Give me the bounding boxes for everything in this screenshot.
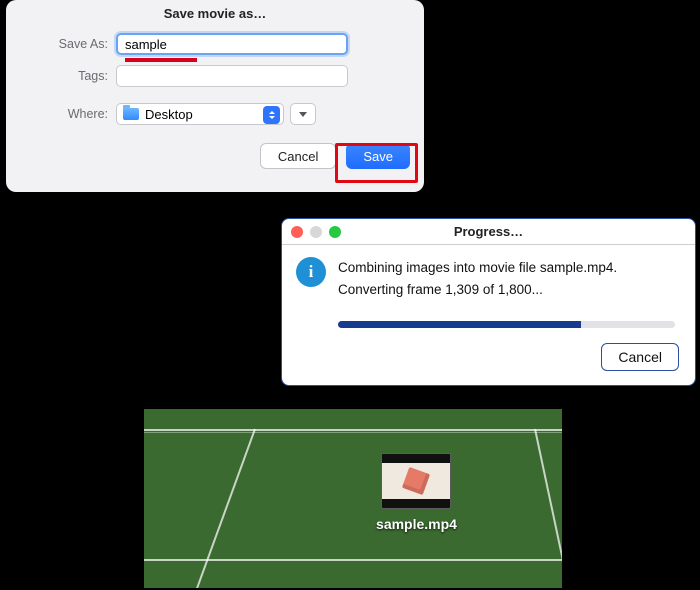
titlebar: Progress…: [282, 219, 695, 245]
updown-icon: [263, 106, 280, 124]
progress-bar: [338, 321, 675, 328]
desktop-wallpaper: [144, 409, 562, 588]
where-value: Desktop: [145, 107, 193, 122]
cube-icon: [402, 467, 430, 495]
progress-title: Progress…: [282, 224, 695, 239]
tags-input[interactable]: [116, 65, 348, 87]
folder-icon: [123, 108, 139, 120]
progress-text: Combining images into movie file sample.…: [338, 257, 617, 300]
film-thumbnail-icon: [382, 463, 450, 499]
where-dropdown[interactable]: Desktop: [116, 103, 284, 125]
save-as-label: Save As:: [6, 37, 116, 51]
progress-dialog: Progress… i Combining images into movie …: [281, 218, 696, 386]
info-icon: i: [296, 257, 326, 287]
where-label: Where:: [6, 107, 116, 121]
progress-line1: Combining images into movie file sample.…: [338, 257, 617, 279]
file-label[interactable]: sample.mp4: [344, 516, 489, 532]
desktop-result-panel: sample.mp4: [143, 408, 563, 589]
tags-label: Tags:: [6, 69, 116, 83]
progress-cancel-button[interactable]: Cancel: [601, 343, 679, 371]
annotation-highlight-box: [335, 143, 418, 183]
cancel-button[interactable]: Cancel: [260, 143, 336, 169]
progress-fill: [338, 321, 581, 328]
annotation-underline: [125, 58, 197, 62]
dialog-title: Save movie as…: [6, 0, 424, 29]
movie-file-icon[interactable]: [381, 453, 451, 509]
save-movie-dialog: Save movie as… Save As: Tags: Where: Des…: [6, 0, 424, 192]
save-as-input[interactable]: [116, 33, 348, 55]
expand-button[interactable]: [290, 103, 316, 125]
progress-line2: Converting frame 1,309 of 1,800...: [338, 279, 617, 301]
